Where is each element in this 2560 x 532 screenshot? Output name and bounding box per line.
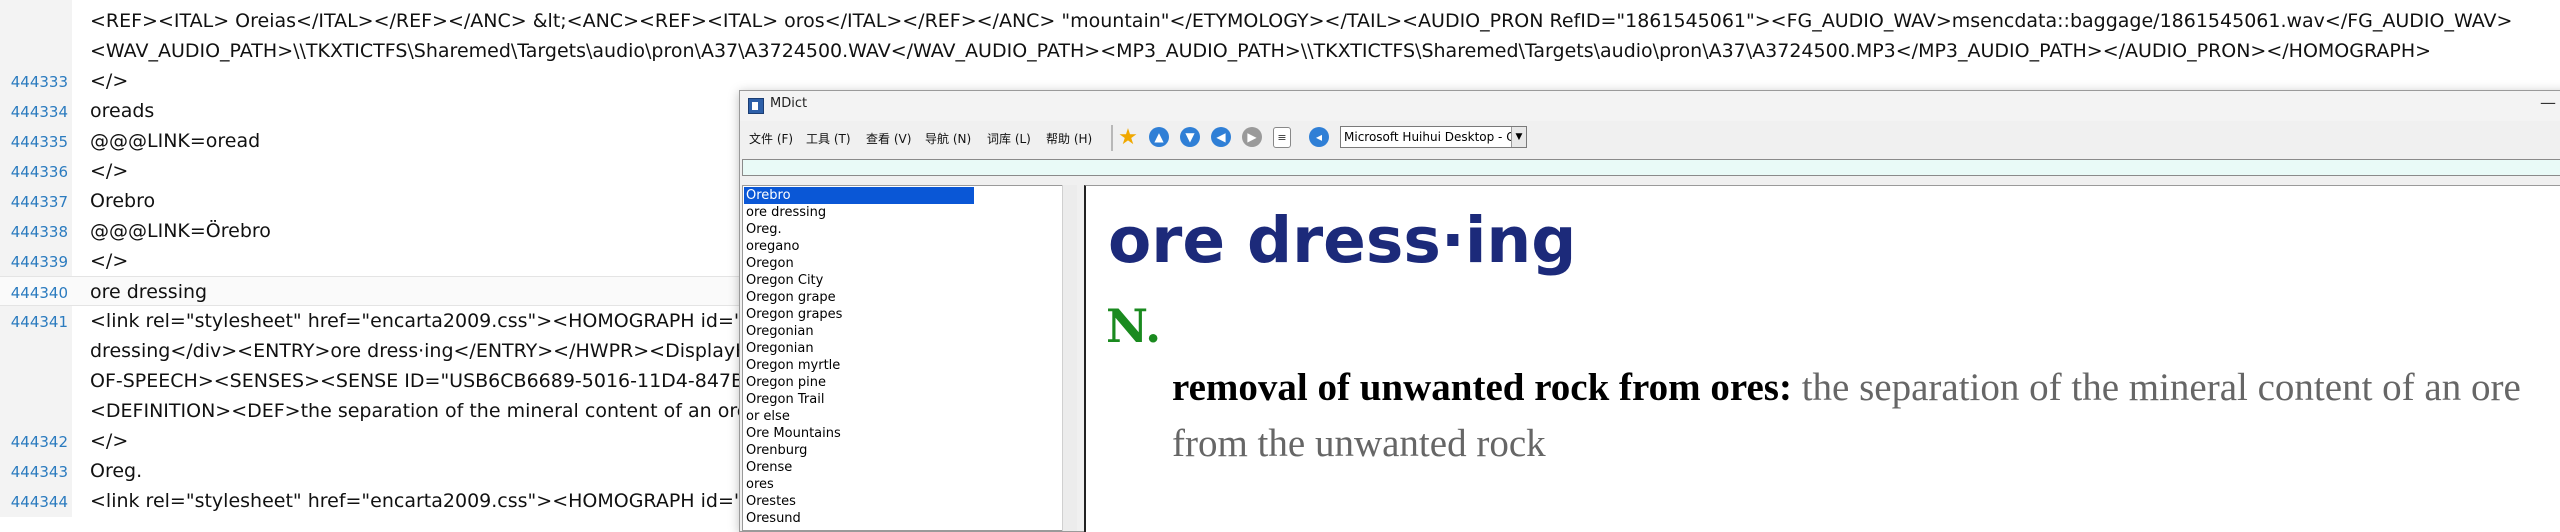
- list-item[interactable]: ores: [744, 476, 974, 493]
- entry-content-pane[interactable]: ore dress·ing N. removal of unwanted roc…: [1084, 185, 2560, 532]
- list-item[interactable]: oregano: [744, 238, 974, 255]
- line-number: 444341: [10, 313, 68, 331]
- line-text: @@@LINK=Örebro: [90, 220, 271, 242]
- voice-select-value: Microsoft Huihui Desktop - C: [1344, 130, 1515, 144]
- forward-icon[interactable]: ▶: [1242, 127, 1262, 147]
- list-item[interactable]: Oreg.: [744, 221, 974, 238]
- toolbar-separator: [1111, 125, 1113, 151]
- list-item[interactable]: Ore Mountains: [744, 425, 974, 442]
- menu-tools[interactable]: 工具 (T): [806, 130, 851, 147]
- back-icon[interactable]: ◀: [1211, 127, 1231, 147]
- line-text: </>: [90, 250, 129, 272]
- line-text: @@@LINK=oread: [90, 130, 261, 152]
- editor-line[interactable]: <WAV_AUDIO_PATH>\\TKXTICTFS\Sharemed\Tar…: [0, 36, 2560, 66]
- editor-line[interactable]: <REF><ITAL> Oreias</ITAL></REF></ANC> &l…: [0, 6, 2560, 36]
- document-icon[interactable]: ≡: [1273, 127, 1291, 148]
- line-number: 444337: [10, 193, 68, 211]
- list-item[interactable]: Oresund: [744, 510, 974, 527]
- menu-view[interactable]: 查看 (V): [866, 130, 911, 147]
- list-item[interactable]: Oregon City: [744, 272, 974, 289]
- menu-navigate[interactable]: 导航 (N): [925, 130, 971, 147]
- line-text: <WAV_AUDIO_PATH>\\TKXTICTFS\Sharemed\Tar…: [90, 40, 2432, 62]
- line-number: 444344: [10, 493, 68, 511]
- window-title: MDict: [770, 96, 808, 111]
- list-item[interactable]: ore dressing: [744, 204, 974, 221]
- entry-headword: ore dress·ing: [1108, 204, 1577, 277]
- list-item[interactable]: Orebro: [744, 187, 974, 204]
- list-item[interactable]: Oregon grape: [744, 289, 974, 306]
- arrow-down-icon[interactable]: ▼: [1180, 127, 1200, 147]
- list-item[interactable]: or else: [744, 408, 974, 425]
- title-bar[interactable]: MDict —: [740, 91, 2560, 121]
- sense-label: removal of unwanted rock from ores:: [1172, 366, 1792, 409]
- list-item[interactable]: Orenburg: [744, 442, 974, 459]
- line-text: Orebro: [90, 190, 156, 212]
- app-icon: [748, 98, 764, 114]
- line-number: 444333: [10, 73, 68, 91]
- word-list-scrollbar[interactable]: [1062, 185, 1077, 531]
- list-item[interactable]: Oregon pine: [744, 374, 974, 391]
- line-number: 444334: [10, 103, 68, 121]
- menu-help[interactable]: 帮助 (H): [1046, 130, 1092, 147]
- mdict-window[interactable]: MDict — 文件 (F) 工具 (T) 查看 (V) 导航 (N) 词库 (…: [739, 90, 2560, 532]
- list-item[interactable]: Oregonian: [744, 323, 974, 340]
- speaker-icon[interactable]: ◂: [1309, 127, 1329, 147]
- list-item[interactable]: Oregonian: [744, 340, 974, 357]
- list-item[interactable]: Orense: [744, 459, 974, 476]
- arrow-up-icon[interactable]: ▲: [1149, 127, 1169, 147]
- line-text: OF-SPEECH><SENSES><SENSE ID="USB6CB6689-…: [90, 370, 763, 392]
- star-icon[interactable]: ★: [1118, 125, 1138, 150]
- list-item[interactable]: Oregon Trail: [744, 391, 974, 408]
- entry-definition: removal of unwanted rock from ores: the …: [1172, 360, 2560, 472]
- line-text: <link rel="stylesheet" href="encarta2009…: [90, 310, 757, 332]
- line-number: 444339: [10, 253, 68, 271]
- line-text: </>: [90, 430, 129, 452]
- minimize-button[interactable]: —: [2540, 93, 2556, 112]
- menu-library[interactable]: 词库 (L): [987, 130, 1031, 147]
- line-number: 444338: [10, 223, 68, 241]
- menu-bar: 文件 (F) 工具 (T) 查看 (V) 导航 (N) 词库 (L) 帮助 (H…: [740, 124, 2560, 154]
- line-number: 444335: [10, 133, 68, 151]
- menu-file[interactable]: 文件 (F): [749, 130, 793, 147]
- list-item[interactable]: Oregon myrtle: [744, 357, 974, 374]
- list-item[interactable]: Oregon: [744, 255, 974, 272]
- line-number: 444343: [10, 463, 68, 481]
- part-of-speech: N.: [1106, 299, 1162, 353]
- line-number: 444340: [10, 284, 68, 302]
- line-text: <DEFINITION><DEF>the separation of the m…: [90, 400, 749, 422]
- line-text: oreads: [90, 100, 155, 122]
- line-text: ore dressing: [90, 281, 208, 303]
- word-list[interactable]: Orebro ore dressing Oreg. oregano Oregon…: [742, 185, 1064, 531]
- list-item[interactable]: Oregon grapes: [744, 306, 974, 323]
- list-item[interactable]: Orestes: [744, 493, 974, 510]
- line-text: </>: [90, 160, 129, 182]
- chevron-down-icon[interactable]: ▼: [1511, 127, 1526, 147]
- search-input[interactable]: [742, 159, 2560, 176]
- line-text: dressing</div><ENTRY>ore dress·ing</ENTR…: [90, 340, 750, 362]
- line-text: Oreg.: [90, 460, 143, 482]
- voice-select[interactable]: Microsoft Huihui Desktop - C ▼: [1340, 126, 1527, 148]
- line-text: </>: [90, 70, 129, 92]
- line-number: 444342: [10, 433, 68, 451]
- line-number: 444336: [10, 163, 68, 181]
- line-text: <REF><ITAL> Oreias</ITAL></REF></ANC> &l…: [90, 10, 2513, 32]
- line-text: <link rel="stylesheet" href="encarta2009…: [90, 490, 757, 512]
